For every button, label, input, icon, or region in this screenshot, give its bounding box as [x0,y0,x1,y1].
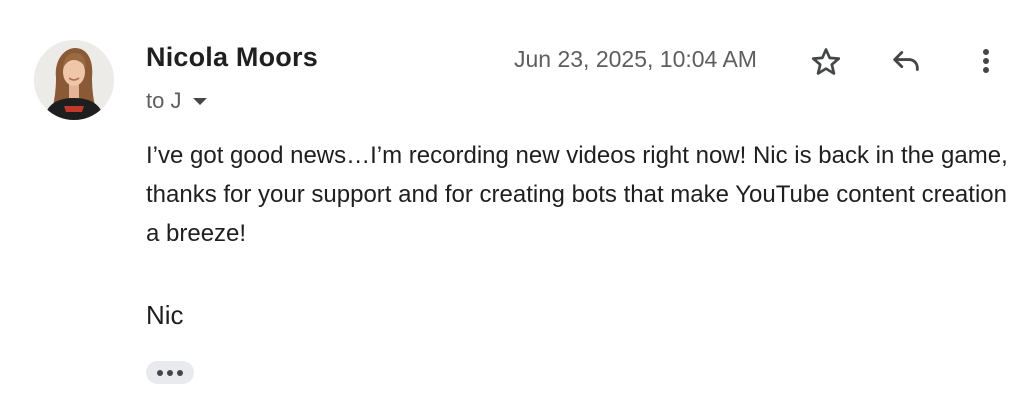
avatar-photo [34,40,114,120]
message-timestamp: Jun 23, 2025, 10:04 AM [514,46,757,72]
reply-button[interactable] [884,39,928,83]
message-signature: Nic [146,300,184,330]
sender-name: Nicola Moors [146,42,318,72]
more-horiz-icon [157,369,163,376]
reply-icon [893,51,919,71]
recipient-label: to J [146,88,182,113]
star-outline-icon [811,48,841,75]
sender-avatar[interactable] [34,40,114,120]
more-options-button[interactable] [964,39,1008,83]
more-vert-icon [983,49,989,73]
show-trimmed-content-button[interactable] [146,361,194,384]
recipient-details-toggle[interactable]: to J [146,86,208,116]
star-button[interactable] [804,40,848,84]
arrow-drop-down-icon[interactable] [193,97,208,105]
more-horiz-icon [177,369,183,376]
more-horiz-icon [167,369,173,376]
message-body: I’ve got good news…I’m recording new vid… [146,142,1008,247]
